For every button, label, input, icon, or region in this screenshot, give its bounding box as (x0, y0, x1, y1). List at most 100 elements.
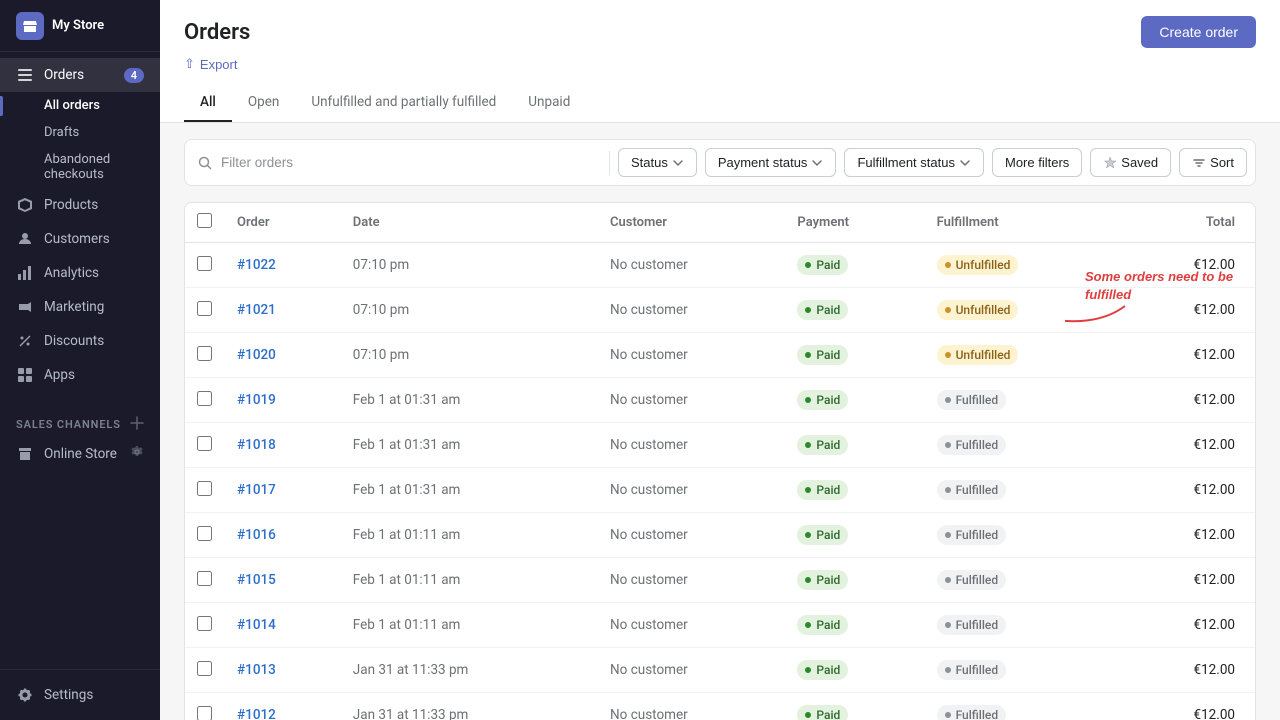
payment-badge: Paid (797, 660, 848, 680)
tab-open[interactable]: Open (232, 84, 295, 122)
row-checkbox[interactable] (197, 526, 212, 541)
all-orders-label: All orders (44, 98, 100, 113)
table-row: #102107:10 pmNo customerPaidUnfulfilled€… (185, 288, 1255, 333)
row-checkbox[interactable] (197, 436, 212, 451)
customers-label: Customers (44, 231, 110, 247)
order-fulfillment: Fulfilled (925, 648, 1120, 693)
row-checkbox[interactable] (197, 571, 212, 586)
sidebar-item-abandoned-checkouts[interactable]: Abandoned checkouts (0, 146, 160, 188)
tab-unpaid[interactable]: Unpaid (512, 84, 586, 122)
sidebar-item-apps[interactable]: Apps (0, 358, 160, 392)
fulfillment-dot (945, 442, 951, 448)
payment-dot (805, 352, 811, 358)
payment-badge: Paid (797, 525, 848, 545)
status-filter-button[interactable]: Status (618, 148, 697, 177)
sidebar-item-marketing[interactable]: Marketing (0, 290, 160, 324)
payment-dot (805, 577, 811, 583)
more-filters-button[interactable]: More filters (992, 148, 1082, 177)
order-link[interactable]: #1016 (237, 527, 276, 543)
row-checkbox[interactable] (197, 706, 212, 720)
table-row: #1018Feb 1 at 01:31 amNo customerPaidFul… (185, 423, 1255, 468)
tab-unfulfilled[interactable]: Unfulfilled and partially fulfilled (295, 84, 512, 122)
row-checkbox[interactable] (197, 391, 212, 406)
fulfillment-badge: Fulfilled (937, 660, 1007, 680)
marketing-label: Marketing (44, 299, 104, 315)
sidebar-item-products[interactable]: Products (0, 188, 160, 222)
saved-button[interactable]: Saved (1090, 148, 1171, 177)
row-checkbox[interactable] (197, 661, 212, 676)
order-link[interactable]: #1015 (237, 572, 276, 588)
tab-all[interactable]: All (184, 84, 232, 122)
online-store-label: Online Store (44, 446, 117, 462)
select-all-checkbox[interactable] (197, 213, 212, 228)
order-total: €12.00 (1120, 378, 1255, 423)
order-link[interactable]: #1020 (237, 347, 276, 363)
fulfillment-dot (945, 352, 951, 358)
payment-dot (805, 487, 811, 493)
sort-button[interactable]: Sort (1179, 148, 1247, 177)
fulfillment-dot (945, 712, 951, 718)
order-date: Jan 31 at 11:33 pm (341, 693, 598, 720)
sort-icon (1192, 156, 1206, 170)
sidebar-settings-section: Settings (0, 669, 160, 720)
order-payment: Paid (785, 648, 924, 693)
order-customer: No customer (598, 243, 785, 288)
row-checkbox[interactable] (197, 616, 212, 631)
row-checkbox[interactable] (197, 256, 212, 271)
products-label: Products (44, 197, 98, 213)
row-checkbox[interactable] (197, 346, 212, 361)
export-button[interactable]: ⇧ Export (184, 56, 237, 72)
payment-status-filter-button[interactable]: Payment status (705, 148, 837, 177)
sidebar-item-customers[interactable]: Customers (0, 222, 160, 256)
order-link[interactable]: #1012 (237, 707, 276, 720)
table-row: #1012Jan 31 at 11:33 pmNo customerPaidFu… (185, 693, 1255, 720)
order-fulfillment: Unfulfilled (925, 333, 1120, 378)
payment-badge: Paid (797, 345, 848, 365)
order-fulfillment: Unfulfilled (925, 288, 1120, 333)
orders-icon (16, 66, 34, 84)
order-total: €12.00 (1120, 423, 1255, 468)
search-input[interactable] (221, 155, 597, 170)
order-link[interactable]: #1017 (237, 482, 276, 498)
order-link[interactable]: #1022 (237, 257, 276, 273)
order-date: Feb 1 at 01:31 am (341, 378, 598, 423)
abandoned-checkouts-label: Abandoned checkouts (44, 152, 144, 182)
fulfillment-dot (945, 262, 951, 268)
fulfillment-status-filter-button[interactable]: Fulfillment status (844, 148, 984, 177)
order-total: €12.00 (1120, 513, 1255, 558)
order-total: €12.00 (1120, 333, 1255, 378)
export-icon: ⇧ (184, 56, 195, 72)
sidebar-item-discounts[interactable]: Discounts (0, 324, 160, 358)
row-checkbox[interactable] (197, 301, 212, 316)
create-order-button[interactable]: Create order (1141, 16, 1256, 48)
order-link[interactable]: #1019 (237, 392, 276, 408)
chevron-down-icon (959, 157, 971, 169)
sidebar-item-analytics[interactable]: Analytics (0, 256, 160, 290)
fulfillment-dot (945, 397, 951, 403)
add-channel-icon[interactable] (130, 416, 144, 433)
sidebar-logo: My Store (0, 0, 160, 52)
order-link[interactable]: #1013 (237, 662, 276, 678)
order-payment: Paid (785, 333, 924, 378)
sidebar-item-orders[interactable]: Orders 4 (0, 58, 160, 92)
payment-dot (805, 622, 811, 628)
fulfillment-badge: Unfulfilled (937, 255, 1019, 275)
sidebar-item-online-store[interactable]: Online Store (0, 437, 160, 471)
order-link[interactable]: #1018 (237, 437, 276, 453)
order-fulfillment: Fulfilled (925, 378, 1120, 423)
sidebar-item-settings[interactable]: Settings (0, 678, 160, 712)
table-row: #1013Jan 31 at 11:33 pmNo customerPaidFu… (185, 648, 1255, 693)
order-total: €12.00 (1120, 648, 1255, 693)
sidebar-item-all-orders[interactable]: All orders (0, 92, 160, 119)
order-link[interactable]: #1014 (237, 617, 276, 633)
order-date: 07:10 pm (341, 333, 598, 378)
row-checkbox[interactable] (197, 481, 212, 496)
apps-icon (16, 366, 34, 384)
marketing-icon (16, 298, 34, 316)
fulfillment-dot (945, 577, 951, 583)
payment-dot (805, 397, 811, 403)
order-link[interactable]: #1021 (237, 302, 276, 318)
payment-dot (805, 262, 811, 268)
sidebar-item-drafts[interactable]: Drafts (0, 119, 160, 146)
online-store-settings-icon[interactable] (130, 445, 144, 463)
